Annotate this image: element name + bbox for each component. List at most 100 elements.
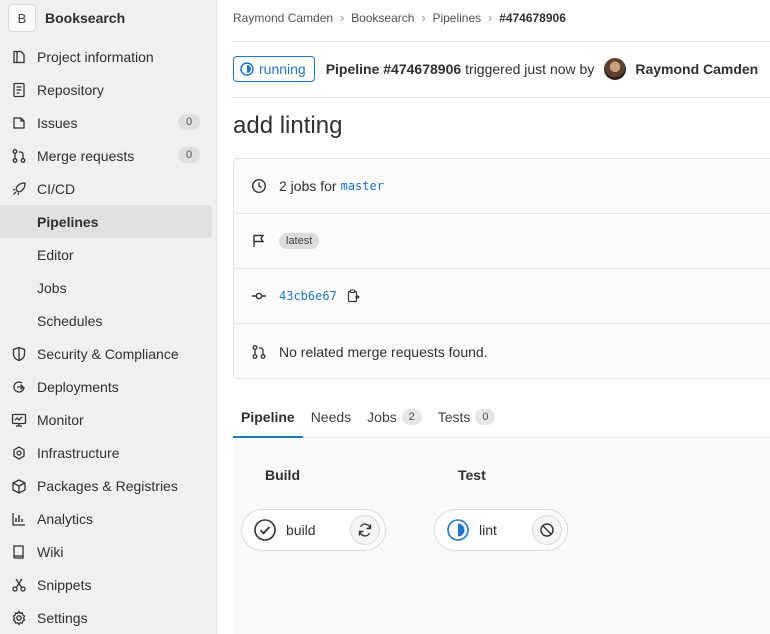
merge-requests-count-badge: 0 [178,147,200,163]
job-build[interactable]: build [241,509,386,551]
breadcrumb-item[interactable]: Pipelines [432,11,481,25]
triggered-text: triggered just now by [465,61,595,77]
running-status-icon [240,62,254,76]
sidebar-item-analytics[interactable]: Analytics [0,502,216,535]
pipeline-header: running Pipeline #474678906 triggered ju… [233,56,758,82]
merge-request-icon [250,343,268,361]
sidebar-item-jobs[interactable]: Jobs [0,271,216,304]
pipeline-graph: Build build Test lint [233,439,770,634]
sidebar-item-label: Schedules [37,312,103,329]
tags-row: latest [234,214,770,269]
gear-icon [10,609,28,627]
sidebar-item-packages-registries[interactable]: Packages & Registries [0,469,216,502]
chart-icon [10,510,28,528]
tab-needs[interactable]: Needs [303,402,359,438]
sidebar-item-snippets[interactable]: Snippets [0,568,216,601]
doc-text-icon [10,81,28,99]
job-name: build [286,522,316,538]
commit-row: 43cb6e67 [234,269,770,324]
sidebar-item-repository[interactable]: Repository [0,73,216,106]
rocket-icon [10,180,28,198]
stage-title: Build [265,467,300,483]
retry-icon[interactable] [350,515,380,545]
divider [233,97,770,98]
book-icon [10,543,28,561]
commit-sha-link[interactable]: 43cb6e67 [279,289,337,303]
sidebar-item-label: Analytics [37,510,94,527]
cloud-gear-icon [10,444,28,462]
scissors-icon [10,576,28,594]
job-name: lint [479,522,497,538]
sidebar-item-issues[interactable]: Issues 0 [0,106,216,139]
project-header[interactable]: B Booksearch [0,0,216,36]
sidebar-item-monitor[interactable]: Monitor [0,403,216,436]
sidebar-item-label: CI/CD [37,180,76,197]
chevron-right-icon: › [340,11,345,25]
copy-icon[interactable] [346,289,360,303]
clock-icon [250,177,268,195]
tab-jobs[interactable]: Jobs 2 [359,402,430,438]
merge-requests-row: No related merge requests found. [234,324,770,379]
latest-tag: latest [279,233,320,249]
user-link[interactable]: Raymond Camden [635,61,758,77]
page-title: add linting [233,112,343,139]
jobs-count-badge: 2 [401,409,422,425]
sidebar-item-merge-requests[interactable]: Merge requests 0 [0,139,216,172]
stage-title: Test [458,467,486,483]
job-lint[interactable]: lint [434,509,568,551]
branch-link[interactable]: master [341,179,384,193]
no-merge-requests-text: No related merge requests found. [279,343,488,360]
breadcrumb: Raymond Camden › Booksearch › Pipelines … [233,11,566,25]
status-badge[interactable]: running [233,56,315,82]
breadcrumb-item[interactable]: Booksearch [351,11,414,25]
sidebar-item-label: Security & Compliance [37,345,179,362]
issues-icon [10,114,28,132]
tab-pipeline[interactable]: Pipeline [233,402,303,438]
tab-label: Needs [310,409,352,425]
jobs-row: 2 jobs for master [234,159,770,214]
tab-tests[interactable]: Tests 0 [430,402,504,438]
project-avatar: B [8,4,36,32]
sidebar-item-cicd[interactable]: CI/CD [0,172,216,205]
sidebar-item-label: Jobs [37,279,67,296]
sidebar-item-editor[interactable]: Editor [0,238,216,271]
issues-count-badge: 0 [178,114,200,130]
sidebar-item-security-compliance[interactable]: Security & Compliance [0,337,216,370]
tab-label: Pipeline [241,409,295,425]
deployments-icon [10,378,28,396]
sidebar-item-project-information[interactable]: Project information [0,40,216,73]
pipeline-info-box: 2 jobs for master latest 43cb6e67 No rel… [233,158,770,379]
status-label: running [259,61,306,77]
stage-build: Build [249,467,300,483]
sidebar-item-settings[interactable]: Settings [0,601,216,634]
breadcrumb-item-current[interactable]: #474678906 [499,11,566,25]
sidebar-item-label: Infrastructure [37,444,120,461]
sidebar-item-deployments[interactable]: Deployments [0,370,216,403]
chevron-right-icon: › [421,11,426,25]
sidebar-item-label: Repository [37,81,104,98]
sidebar-item-infrastructure[interactable]: Infrastructure [0,436,216,469]
passed-status-icon [253,518,277,542]
package-icon [10,477,28,495]
commit-icon [250,287,268,305]
sidebar-item-pipelines[interactable]: Pipelines [0,205,212,238]
main-content: Raymond Camden › Booksearch › Pipelines … [217,0,770,634]
sidebar-item-label: Project information [37,48,154,65]
sidebar-item-label: Snippets [37,576,92,593]
sidebar-item-label: Pipelines [37,213,99,230]
sidebar-item-wiki[interactable]: Wiki [0,535,216,568]
chevron-right-icon: › [488,11,493,25]
sidebar-item-label: Merge requests [37,147,135,164]
pipeline-title: Pipeline #474678906 [325,61,462,77]
project-name: Booksearch [45,10,126,26]
avatar[interactable] [604,58,627,80]
monitor-icon [10,411,28,429]
shield-icon [10,345,28,363]
sidebar-item-schedules[interactable]: Schedules [0,304,216,337]
cancel-icon[interactable] [532,515,562,545]
tab-label: Jobs [367,409,397,425]
sidebar-nav: Project information Repository Issues 0 … [0,40,216,634]
sidebar: B Booksearch Project information Reposit… [0,0,217,634]
breadcrumb-item[interactable]: Raymond Camden [233,11,333,25]
sidebar-item-label: Wiki [37,543,64,560]
